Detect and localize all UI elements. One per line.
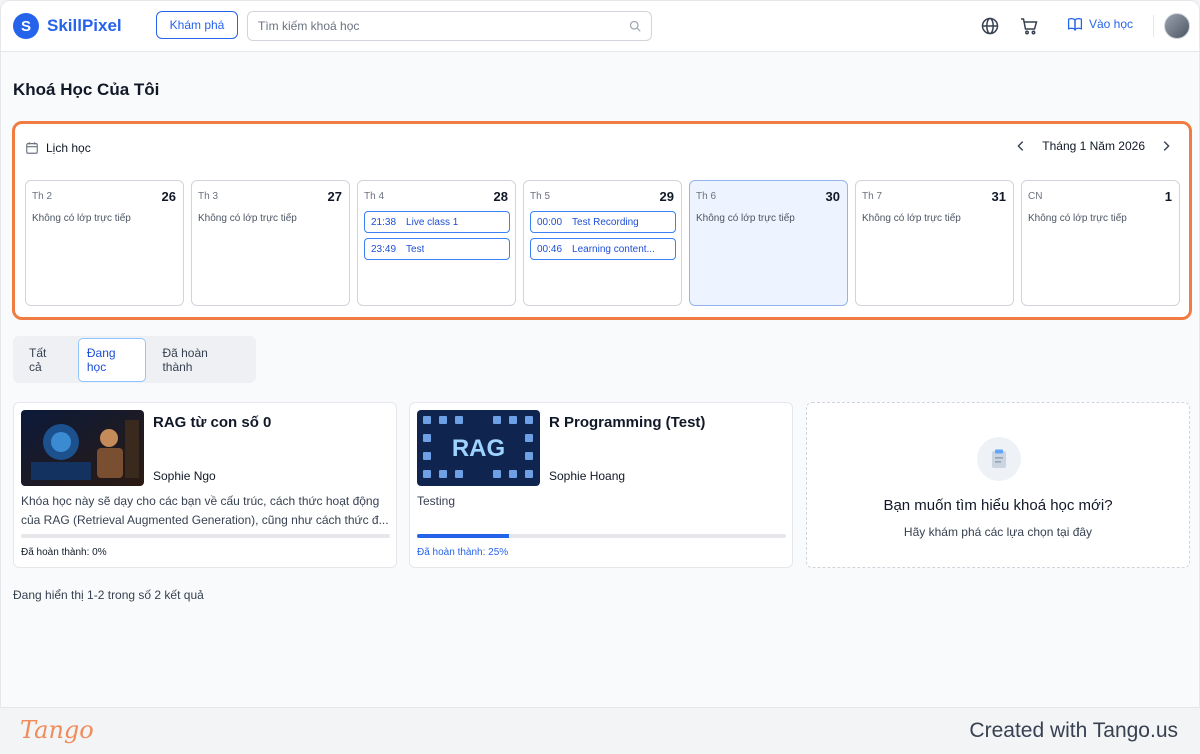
day-number: 27: [327, 189, 342, 204]
day-name: Th 5: [530, 191, 551, 202]
event-title: Learning content...: [572, 243, 655, 255]
course-title[interactable]: RAG từ con số 0: [153, 414, 271, 431]
day-number: 29: [659, 189, 674, 204]
progress-bar: [417, 534, 786, 538]
course-author: Sophie Ngo: [153, 469, 216, 483]
day-cell-tuesday[interactable]: Th 3 27 Không có lớp trực tiếp: [191, 180, 350, 306]
user-avatar[interactable]: [1164, 13, 1190, 39]
thumbnail-rag-text: RAG: [452, 435, 505, 462]
no-class-text: Không có lớp trực tiếp: [198, 213, 297, 224]
explore-button[interactable]: Khám phá: [156, 11, 238, 39]
page-title: Khoá Học Của Tôi: [13, 80, 160, 99]
schedule-panel: Lịch học Tháng 1 Năm 2026 Th 2 26 Không …: [12, 121, 1192, 320]
month-navigator: Tháng 1 Năm 2026: [1014, 139, 1173, 153]
event-list: 21:38 Live class 1 23:49 Test: [364, 211, 510, 260]
day-cell-saturday[interactable]: Th 7 31 Không có lớp trực tiếp: [855, 180, 1014, 306]
day-name: Th 3: [198, 191, 219, 202]
day-number: 30: [825, 189, 840, 204]
event-item[interactable]: 21:38 Live class 1: [364, 211, 510, 233]
event-title: Test Recording: [572, 216, 639, 228]
event-item[interactable]: 23:49 Test: [364, 238, 510, 260]
event-time: 23:49: [371, 243, 397, 255]
tab-all[interactable]: Tất cả: [21, 339, 70, 381]
course-description: Khóa học này sẽ dạy cho các bạn về cấu t…: [21, 494, 389, 527]
event-title: Live class 1: [406, 216, 459, 228]
day-number: 28: [493, 189, 508, 204]
search-icon[interactable]: [629, 20, 641, 32]
day-name: Th 6: [696, 191, 717, 202]
app-window: S SkillPixel Khám phá Vào học Khoá Học C…: [0, 0, 1200, 708]
enter-learning-button[interactable]: Vào học: [1067, 16, 1133, 32]
brand-logo[interactable]: S SkillPixel: [13, 13, 122, 39]
current-month: Tháng 1 Năm 2026: [1042, 139, 1145, 153]
book-open-icon: [1067, 18, 1083, 32]
course-title[interactable]: R Programming (Test): [549, 414, 705, 431]
event-title: Test: [406, 243, 425, 255]
course-author: Sophie Hoang: [549, 469, 626, 483]
discover-title: Bạn muốn tìm hiểu khoá học mới?: [883, 497, 1113, 514]
progress-fill: [417, 534, 510, 538]
tab-in-progress[interactable]: Đang học: [77, 337, 147, 382]
progress-label: Đã hoàn thành: 25%: [417, 547, 509, 558]
event-item[interactable]: 00:00 Test Recording: [530, 211, 676, 233]
day-name: Th 2: [32, 191, 53, 202]
day-number: 26: [161, 189, 176, 204]
schedule-title: Lịch học: [46, 141, 91, 155]
calendar-icon: [26, 142, 38, 154]
day-cell-sunday[interactable]: CN 1 Không có lớp trực tiếp: [1021, 180, 1180, 306]
progress-label: Đã hoàn thành: 0%: [21, 547, 107, 558]
day-name: Th 7: [862, 191, 883, 202]
event-list: 00:00 Test Recording 00:46 Learning cont…: [530, 211, 676, 260]
course-filter-tabs: Tất cả Đang học Đã hoàn thành: [13, 336, 256, 383]
brand-name: SkillPixel: [47, 16, 122, 35]
no-class-text: Không có lớp trực tiếp: [1028, 213, 1127, 224]
search-input[interactable]: [258, 19, 629, 33]
day-cell-wednesday[interactable]: Th 4 28 21:38 Live class 1 23:49 Test: [357, 180, 516, 306]
course-thumbnail: RAG: [417, 410, 540, 486]
no-class-text: Không có lớp trực tiếp: [32, 213, 131, 224]
enter-learning-label: Vào học: [1089, 17, 1134, 31]
tab-completed[interactable]: Đã hoàn thành: [154, 339, 248, 381]
day-number: 1: [1164, 189, 1172, 204]
course-card[interactable]: RAG từ con số 0 Sophie Ngo Khóa học này …: [13, 402, 397, 568]
tango-logo: Tango: [20, 716, 94, 744]
globe-icon[interactable]: [980, 16, 1000, 36]
created-with-text: Created with Tango.us: [969, 719, 1178, 742]
week-days: Th 2 26 Không có lớp trực tiếp Th 3 27 K…: [25, 180, 1180, 306]
top-navigation-bar: S SkillPixel Khám phá Vào học: [1, 1, 1199, 52]
skillpixel-logo-icon: S: [13, 13, 39, 39]
course-thumbnail: [21, 410, 144, 486]
day-name: Th 4: [364, 191, 385, 202]
discover-courses-card[interactable]: Bạn muốn tìm hiểu khoá học mới? Hãy khám…: [806, 402, 1190, 568]
search-box[interactable]: [247, 11, 652, 41]
no-class-text: Không có lớp trực tiếp: [696, 213, 795, 224]
cart-icon[interactable]: [1019, 16, 1039, 36]
event-time: 21:38: [371, 216, 397, 228]
day-name: CN: [1028, 191, 1043, 202]
course-description: Testing: [417, 494, 456, 508]
event-item[interactable]: 00:46 Learning content...: [530, 238, 676, 260]
discover-subtitle: Hãy khám phá các lựa chọn tại đây: [903, 525, 1093, 539]
day-cell-thursday[interactable]: Th 5 29 00:00 Test Recording 00:46 Learn…: [523, 180, 682, 306]
day-cell-monday[interactable]: Th 2 26 Không có lớp trực tiếp: [25, 180, 184, 306]
results-count: Đang hiển thị 1-2 trong số 2 kết quả: [13, 588, 204, 602]
day-number: 31: [991, 189, 1006, 204]
tango-footer: Tango Created with Tango.us: [0, 708, 1200, 754]
event-time: 00:00: [537, 216, 563, 228]
no-class-text: Không có lớp trực tiếp: [862, 213, 961, 224]
chevron-right-icon[interactable]: [1159, 139, 1173, 153]
chevron-left-icon[interactable]: [1014, 139, 1028, 153]
course-card[interactable]: RAG R Programming (Test) Sophie Hoang Te…: [409, 402, 793, 568]
header-divider: [1153, 15, 1154, 37]
event-time: 00:46: [537, 243, 563, 255]
progress-bar: [21, 534, 390, 538]
clipboard-icon: [977, 437, 1021, 481]
day-cell-friday-today[interactable]: Th 6 30 Không có lớp trực tiếp: [689, 180, 848, 306]
